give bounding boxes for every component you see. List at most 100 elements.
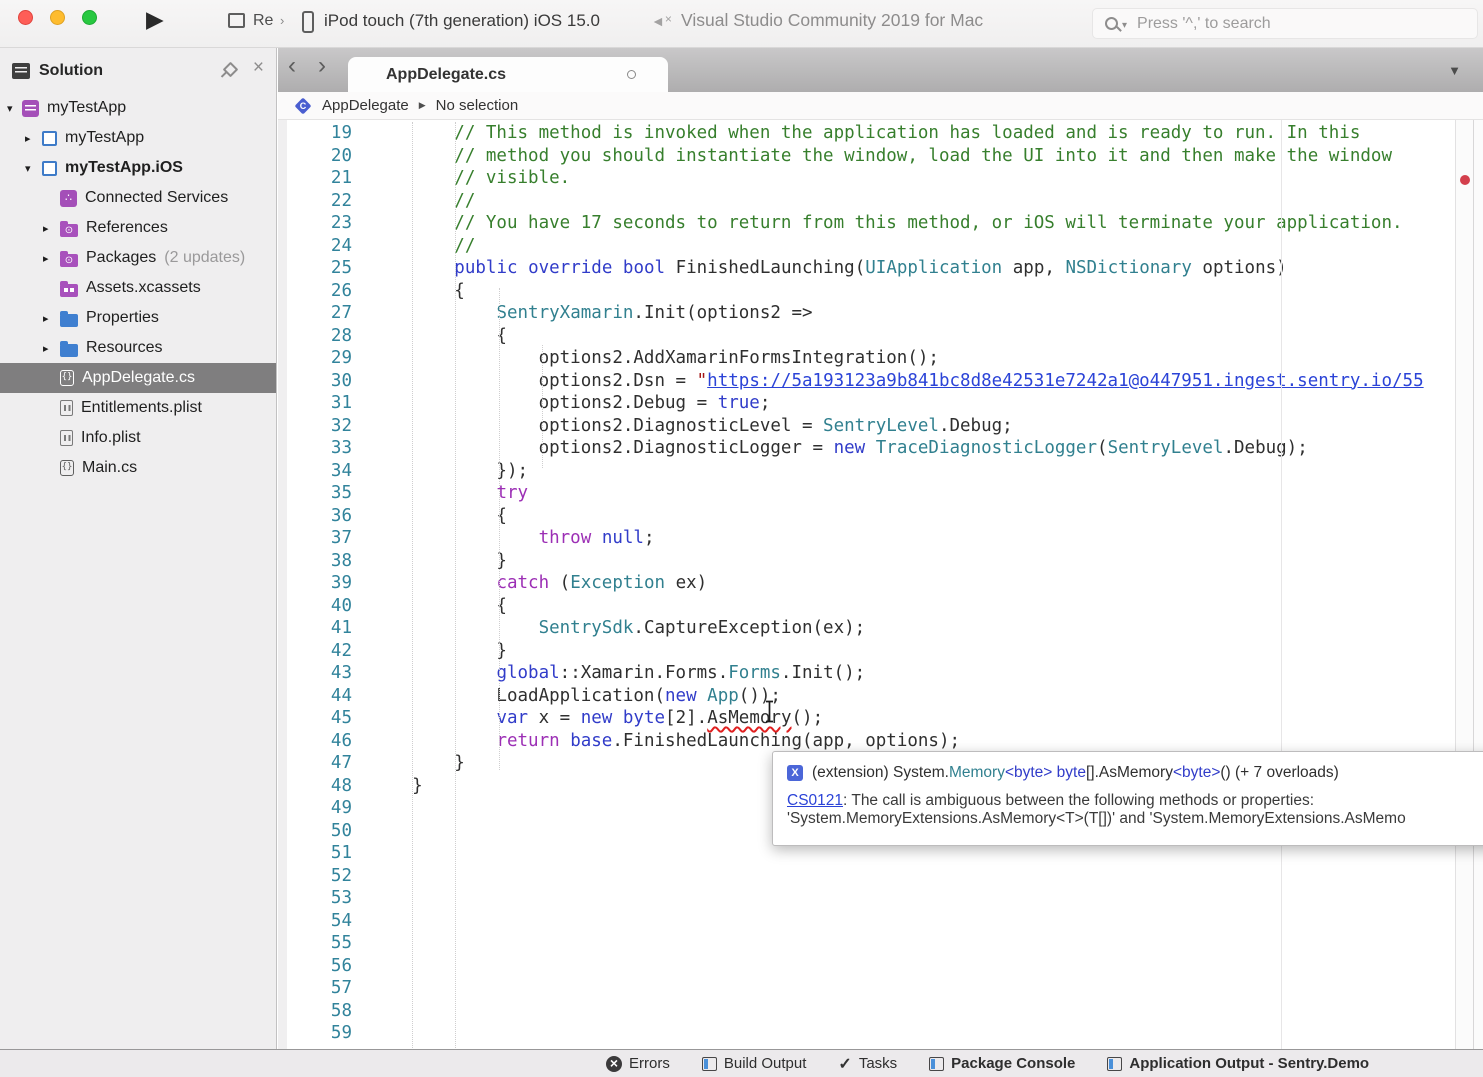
error-marker-dot[interactable] [1460,175,1470,185]
disclosure-right-icon[interactable]: ▸ [43,252,49,265]
code-line-53[interactable]: 53 [278,887,1483,910]
pad-button-package-console[interactable]: Package Console [929,1055,1075,1072]
scrollbar-gutter[interactable] [1455,120,1483,1050]
code-line-26[interactable]: 26 { [278,280,1483,303]
pad-button-build-output[interactable]: Build Output [702,1055,807,1072]
line-number[interactable]: 34 [278,460,352,483]
sidebar-item-resources[interactable]: ▸Resources [0,333,276,363]
line-number[interactable]: 39 [278,572,352,595]
device-selector[interactable]: iPod touch (7th generation) iOS 15.0 [324,11,600,31]
disclosure-right-icon[interactable]: ▸ [43,222,49,235]
line-number[interactable]: 33 [278,437,352,460]
line-number[interactable]: 58 [278,1000,352,1023]
search-input[interactable] [1127,15,1477,33]
code-line-52[interactable]: 52 [278,865,1483,888]
sidebar-item-entitlements-plist[interactable]: Entitlements.plist [0,393,276,423]
line-number[interactable]: 25 [278,257,352,280]
line-number[interactable]: 41 [278,617,352,640]
line-number[interactable]: 26 [278,280,352,303]
disclosure-right-icon[interactable]: ▸ [43,312,49,325]
line-number[interactable]: 32 [278,415,352,438]
code-line-33[interactable]: 33 options2.DiagnosticLogger = new Trace… [278,437,1483,460]
line-number[interactable]: 37 [278,527,352,550]
code-line-35[interactable]: 35 try [278,482,1483,505]
code-line-22[interactable]: 22 // [278,190,1483,213]
line-number[interactable]: 49 [278,797,352,820]
code-line-28[interactable]: 28 { [278,325,1483,348]
line-number[interactable]: 47 [278,752,352,775]
pad-button-tasks[interactable]: Tasks [838,1054,897,1074]
code-line-32[interactable]: 32 options2.DiagnosticLevel = SentryLeve… [278,415,1483,438]
line-number[interactable]: 29 [278,347,352,370]
search-box[interactable]: ▾ [1092,8,1478,39]
line-number[interactable]: 54 [278,910,352,933]
code-line-36[interactable]: 36 { [278,505,1483,528]
code-line-27[interactable]: 27 SentryXamarin.Init(options2 => [278,302,1483,325]
disclosure-down-icon[interactable]: ▾ [7,102,13,115]
code-line-46[interactable]: 46 return base.FinishedLaunching(app, op… [278,730,1483,753]
code-line-59[interactable]: 59 [278,1022,1483,1045]
code-line-37[interactable]: 37 throw null; [278,527,1483,550]
sidebar-item-appdelegate-cs[interactable]: AppDelegate.cs [0,363,276,393]
line-number[interactable]: 53 [278,887,352,910]
line-number[interactable]: 59 [278,1022,352,1045]
code-line-38[interactable]: 38 } [278,550,1483,573]
error-code-link[interactable]: CS0121 [787,792,843,809]
code-line-29[interactable]: 29 options2.AddXamarinFormsIntegration()… [278,347,1483,370]
breadcrumb-type[interactable]: AppDelegate [322,97,409,114]
line-number[interactable]: 28 [278,325,352,348]
sidebar-item-packages[interactable]: ▸Packages(2 updates) [0,243,276,273]
code-line-58[interactable]: 58 [278,1000,1483,1023]
line-number[interactable]: 35 [278,482,352,505]
code-line-21[interactable]: 21 // visible. [278,167,1483,190]
build-status-label[interactable]: Re [253,12,273,30]
line-number[interactable]: 19 [278,122,352,145]
line-number[interactable]: 20 [278,145,352,168]
line-number[interactable]: 52 [278,865,352,888]
pad-button-errors[interactable]: Errors [606,1055,670,1072]
code-line-56[interactable]: 56 [278,955,1483,978]
zoom-window-button[interactable] [82,10,97,25]
code-line-57[interactable]: 57 [278,977,1483,1000]
pad-button-application-output-sentry-demo[interactable]: Application Output - Sentry.Demo [1107,1055,1369,1072]
breakpoint-gutter[interactable] [278,120,287,1050]
line-number[interactable]: 21 [278,167,352,190]
code-line-45[interactable]: 45 var x = new byte[2].AsMemory(); [278,707,1483,730]
sidebar-item-mytestapp[interactable]: ▸myTestApp [0,123,276,153]
code-line-43[interactable]: 43 global::Xamarin.Forms.Forms.Init(); [278,662,1483,685]
line-number[interactable]: 30 [278,370,352,393]
line-number[interactable]: 36 [278,505,352,528]
line-number[interactable]: 46 [278,730,352,753]
code-line-19[interactable]: 19 // This method is invoked when the ap… [278,122,1483,145]
code-line-20[interactable]: 20 // method you should instantiate the … [278,145,1483,168]
code-line-40[interactable]: 40 { [278,595,1483,618]
line-number[interactable]: 22 [278,190,352,213]
line-number[interactable]: 51 [278,842,352,865]
code-line-54[interactable]: 54 [278,910,1483,933]
line-number[interactable]: 48 [278,775,352,798]
sidebar-item-mytestapp-ios[interactable]: ▾myTestApp.iOS [0,153,276,183]
disclosure-down-icon[interactable]: ▾ [25,162,31,175]
line-number[interactable]: 56 [278,955,352,978]
line-number[interactable]: 42 [278,640,352,663]
line-number[interactable]: 27 [278,302,352,325]
code-line-23[interactable]: 23 // You have 17 seconds to return from… [278,212,1483,235]
sidebar-item-assets-xcassets[interactable]: Assets.xcassets [0,273,276,303]
run-button[interactable]: ▶ [146,6,164,33]
line-number[interactable]: 55 [278,932,352,955]
code-line-55[interactable]: 55 [278,932,1483,955]
line-number[interactable]: 45 [278,707,352,730]
sidebar-item-main-cs[interactable]: Main.cs [0,453,276,483]
line-number[interactable]: 40 [278,595,352,618]
code-line-31[interactable]: 31 options2.Debug = true; [278,392,1483,415]
code-line-41[interactable]: 41 SentrySdk.CaptureException(ex); [278,617,1483,640]
line-number[interactable]: 44 [278,685,352,708]
code-line-25[interactable]: 25 public override bool FinishedLaunchin… [278,257,1483,280]
code-line-39[interactable]: 39 catch (Exception ex) [278,572,1483,595]
tab-appdelegate[interactable]: AppDelegate.cs [348,57,668,92]
sidebar-item-connected-services[interactable]: Connected Services [0,183,276,213]
line-number[interactable]: 57 [278,977,352,1000]
code-line-34[interactable]: 34 }); [278,460,1483,483]
sidebar-item-mytestapp[interactable]: ▾myTestApp [0,93,276,123]
sidebar-item-references[interactable]: ▸References [0,213,276,243]
